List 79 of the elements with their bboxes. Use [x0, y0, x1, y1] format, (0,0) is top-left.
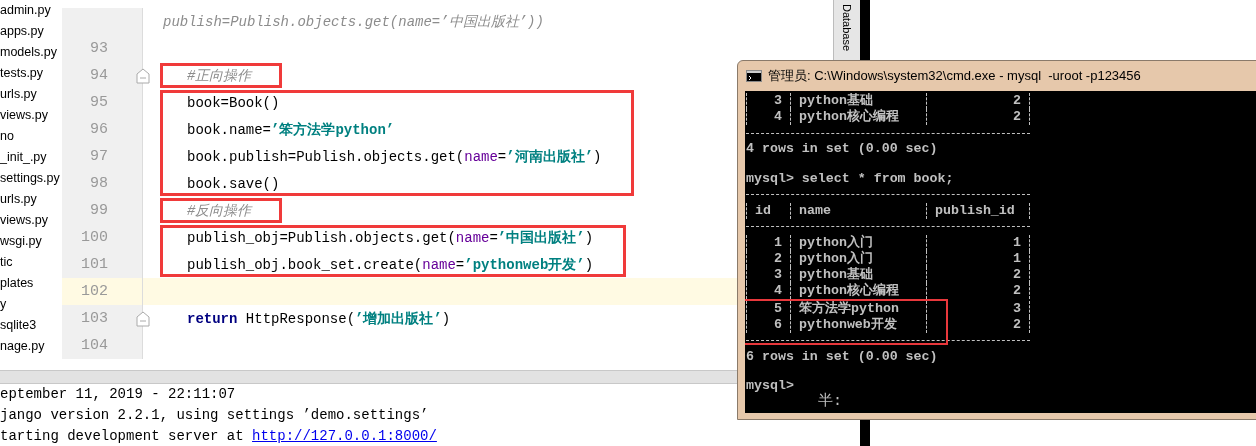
line-number: 102 [80, 283, 108, 300]
code-line: book.save() [187, 175, 280, 192]
line-number: 99 [89, 202, 108, 219]
file-item[interactable]: tic [0, 252, 13, 273]
code-line: book.name=’笨方法学python’ [187, 120, 395, 139]
table-cell: python基础 [790, 93, 926, 109]
line-number: 96 [89, 121, 108, 138]
table-cell: 3 [746, 93, 790, 109]
file-item[interactable]: apps.py [0, 21, 44, 42]
side-tab[interactable]: Database [841, 4, 853, 52]
file-item[interactable]: sqlite3 [0, 315, 37, 336]
terminal-text: 4 rows in set (0.00 sec) [746, 141, 938, 157]
fold-icon[interactable] [136, 68, 150, 84]
window-title: 管理员: C:\Windows\system32\cmd.exe - mysql -uroot -p123456 [768, 67, 1141, 85]
code-line: publish_obj=Publish.objects.get(name=’中国出版社’) [187, 228, 594, 247]
file-item[interactable]: urls.py [0, 84, 37, 105]
column-header: id [746, 202, 790, 219]
code-comment: publish=Publish.objects.get(name=’中国出版社’)) [163, 12, 544, 31]
line-number: 97 [89, 148, 108, 165]
terminal-text: mysql> select * from book; [746, 170, 954, 187]
file-item[interactable]: settings.py [0, 168, 60, 189]
file-item[interactable]: nage.py [0, 336, 45, 357]
line-number: 94 [89, 67, 108, 84]
code-comment: #反向操作 [187, 201, 252, 220]
table-cell: python入门 [790, 250, 926, 267]
file-item[interactable]: admin.py [0, 0, 51, 21]
file-item[interactable]: models.py [0, 42, 57, 63]
file-item[interactable]: _init_.py [0, 147, 47, 168]
file-item[interactable]: wsgi.py [0, 231, 42, 252]
file-item[interactable]: plates [0, 273, 34, 294]
line-number: 103 [80, 310, 108, 327]
table-cell: 1 [746, 234, 790, 251]
line-number: 104 [80, 337, 108, 354]
table-cell: 4 [746, 109, 790, 125]
line-number: 100 [80, 229, 108, 246]
fold-icon[interactable] [136, 311, 150, 327]
file-item[interactable]: tests.py [0, 63, 44, 84]
table-cell: 2 [926, 282, 1030, 299]
table-cell: 1 [926, 234, 1030, 251]
file-item[interactable]: y [0, 294, 7, 315]
table-cell: 3 [926, 300, 1030, 317]
splitter-bar[interactable] [0, 371, 737, 384]
table-cell: 2 [926, 316, 1030, 333]
code-comment: #正向操作 [187, 66, 252, 85]
table-cell: 2 [926, 93, 1030, 109]
line-number: 101 [80, 256, 108, 273]
code-line: book=Book() [187, 94, 280, 111]
table-cell: 4 [746, 282, 790, 299]
file-item[interactable]: views.py [0, 105, 48, 126]
table-cell: pythonweb开发 [790, 316, 926, 333]
terminal-icon [746, 70, 762, 82]
table-cell: python核心编程 [790, 282, 926, 299]
line-number: 95 [89, 94, 108, 111]
table-cell: 2 [746, 250, 790, 267]
column-header: name [790, 202, 926, 219]
console-text: jango version 2.2.1, using settings ’demo.settings’ [0, 406, 429, 425]
console-text: eptember 11, 2019 - 22:11:07 [0, 385, 236, 404]
code-line: return HttpResponse(’增加出版社’) [187, 309, 451, 328]
table-cell: python入门 [790, 234, 926, 251]
code-line: book.publish=Publish.objects.get(name=’河南出版社’) [187, 147, 602, 166]
table-cell: 2 [926, 109, 1030, 125]
code-line: publish_obj.book_set.create(name=’pythonweb开发’) [187, 255, 594, 274]
server-link[interactable]: http://127.0.0.1:8000/ [252, 426, 437, 446]
file-item[interactable]: no [0, 126, 14, 147]
column-header: publish_id [926, 202, 1030, 219]
input-method-indicator: 半: [818, 394, 842, 413]
file-item[interactable]: views.py [0, 210, 48, 231]
console-text: tarting development server at [0, 427, 245, 446]
table-cell: 6 [746, 316, 790, 333]
line-number: 93 [89, 40, 108, 57]
table-cell: 2 [926, 266, 1030, 283]
file-item[interactable]: urls.py [0, 189, 37, 210]
table-cell: python基础 [790, 266, 926, 283]
terminal-text: 6 rows in set (0.00 sec) [746, 348, 938, 365]
table-cell: 1 [926, 250, 1030, 267]
line-number: 98 [89, 175, 108, 192]
table-cell: python核心编程 [790, 109, 926, 125]
table-cell: 3 [746, 266, 790, 283]
terminal-text: mysql> [746, 378, 794, 395]
